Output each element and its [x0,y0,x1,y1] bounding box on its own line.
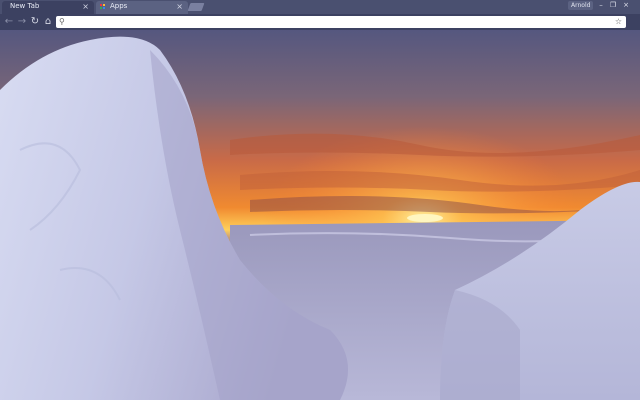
apps-grid-icon [100,4,105,9]
tab-strip: New Tab × Apps × Arnold – ❐ × [0,0,640,14]
toolbar: ← → ↻ ⌂ ⚲ ☆ [0,14,640,30]
tab-label: Apps [110,2,128,10]
home-icon[interactable]: ⌂ [42,15,54,29]
arctic-sunset-image [0,30,640,400]
address-input[interactable] [69,16,609,28]
reload-icon[interactable]: ↻ [29,15,41,29]
window-close-icon[interactable]: × [621,1,631,10]
tab-label: New Tab [10,2,40,10]
search-icon: ⚲ [59,17,65,26]
profile-button[interactable]: Arnold [568,1,594,10]
theme-background [0,30,640,400]
new-tab-button[interactable] [187,3,205,11]
tab-new-tab[interactable]: New Tab × [2,1,94,14]
close-icon[interactable]: × [82,1,89,13]
forward-icon[interactable]: → [16,15,28,29]
minimize-icon[interactable]: – [596,1,606,10]
back-icon[interactable]: ← [3,15,15,29]
omnibox[interactable]: ⚲ ☆ [56,16,626,28]
tab-apps[interactable]: Apps × [96,1,188,14]
bookmark-star-icon[interactable]: ☆ [615,16,622,28]
close-icon[interactable]: × [176,1,183,13]
restore-icon[interactable]: ❐ [608,1,618,10]
